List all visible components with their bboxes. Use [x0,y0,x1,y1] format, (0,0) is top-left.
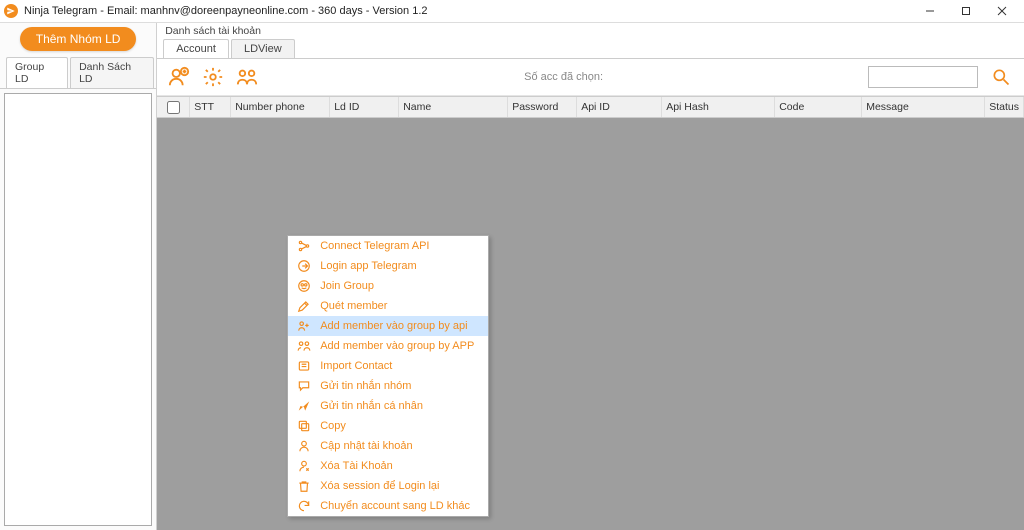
col-number-phone[interactable]: Number phone [231,97,330,117]
menu-item-icon [296,318,312,334]
menu-item-icon [296,238,312,254]
sidebar-tab-group-ld[interactable]: Group LD [6,57,68,88]
col-code[interactable]: Code [775,97,862,117]
context-menu-item[interactable]: Xóa session để Login lại [288,476,488,496]
menu-item-icon [296,378,312,394]
menu-item-icon [296,278,312,294]
settings-icon[interactable] [201,65,225,89]
col-ld-id[interactable]: Ld ID [330,97,399,117]
tab-account[interactable]: Account [163,39,229,58]
menu-item-label: Quét member [320,300,387,312]
context-menu: Connect Telegram API Login app Telegram Jo… [287,235,489,517]
sidebar-tabs: Group LD Danh Sách LD [0,57,156,89]
context-menu-item[interactable]: Gửi tin nhắn cá nhân [288,396,488,416]
menu-item-label: Add member vào group by api [320,320,467,332]
menu-item-icon [296,338,312,354]
menu-item-icon [296,398,312,414]
menu-item-icon [296,438,312,454]
search-input[interactable] [868,66,978,88]
menu-item-label: Join Group [320,280,374,292]
context-menu-item[interactable]: Connect Telegram API [288,236,488,256]
sidebar: Thêm Nhóm LD Group LD Danh Sách LD [0,23,157,530]
menu-item-label: Xóa Tài Khoản [320,460,393,472]
sidebar-list-pane[interactable] [4,93,152,526]
menu-item-icon [296,458,312,474]
toolbar: Số acc đã chọn: [157,59,1024,96]
menu-item-label: Cập nhật tài khoản [320,440,412,452]
col-api-hash[interactable]: Api Hash [662,97,775,117]
context-menu-item[interactable]: Chuyển account sang LD khác [288,496,488,516]
main-tabs: Account LDView [157,39,1024,59]
col-password[interactable]: Password [508,97,577,117]
context-menu-item[interactable]: Quét member [288,296,488,316]
menu-item-icon [296,478,312,494]
close-button[interactable] [984,1,1020,21]
col-status[interactable]: Status [985,97,1024,117]
context-menu-item[interactable]: Join Group [288,276,488,296]
window-title: Ninja Telegram - Email: manhnv@doreenpay… [24,5,912,17]
main-area: Danh sách tài khoản Account LDView Số ac… [157,23,1024,530]
menu-item-label: Connect Telegram API [320,240,429,252]
context-menu-item[interactable]: Add member vào group by api [288,316,488,336]
context-menu-item[interactable]: Login app Telegram [288,256,488,276]
menu-item-label: Import Contact [320,360,392,372]
context-menu-item[interactable]: Xóa Tài Khoản [288,456,488,476]
menu-item-icon [296,498,312,514]
group-icon[interactable] [235,65,259,89]
menu-item-label: Gửi tin nhắn nhóm [320,380,411,392]
context-menu-item[interactable]: Add member vào group by APP [288,336,488,356]
add-account-icon[interactable] [167,65,191,89]
menu-item-icon [296,258,312,274]
menu-item-icon [296,418,312,434]
context-menu-item[interactable]: Import Contact [288,356,488,376]
menu-item-label: Copy [320,420,346,432]
context-menu-item[interactable]: Copy [288,416,488,436]
menu-item-icon [296,358,312,374]
tab-ldview[interactable]: LDView [231,39,295,58]
add-group-button[interactable]: Thêm Nhóm LD [20,27,136,51]
col-name[interactable]: Name [399,97,508,117]
col-stt[interactable]: STT [190,97,231,117]
titlebar: Ninja Telegram - Email: manhnv@doreenpay… [0,0,1024,23]
table-body[interactable]: Connect Telegram API Login app Telegram Jo… [157,118,1024,530]
menu-item-label: Xóa session để Login lại [320,480,439,492]
maximize-button[interactable] [948,1,984,21]
sidebar-tab-danh-sach-ld[interactable]: Danh Sách LD [70,57,154,88]
col-api-id[interactable]: Api ID [577,97,662,117]
menu-item-icon [296,298,312,314]
menu-item-label: Add member vào group by APP [320,340,474,352]
table-header: STT Number phone Ld ID Name Password Api… [157,96,1024,118]
col-message[interactable]: Message [862,97,985,117]
menu-item-label: Gửi tin nhắn cá nhân [320,400,423,412]
search-button[interactable] [988,65,1014,89]
col-checkbox[interactable] [157,97,190,117]
menu-item-label: Chuyển account sang LD khác [320,500,470,512]
app-icon [4,4,18,18]
minimize-button[interactable] [912,1,948,21]
select-all-checkbox[interactable] [167,101,180,114]
menu-item-label: Login app Telegram [320,260,416,272]
selection-count-label: Số acc đã chọn: [269,71,858,83]
context-menu-item[interactable]: Gửi tin nhắn nhóm [288,376,488,396]
context-menu-item[interactable]: Cập nhật tài khoản [288,436,488,456]
section-title: Danh sách tài khoản [157,23,1024,39]
